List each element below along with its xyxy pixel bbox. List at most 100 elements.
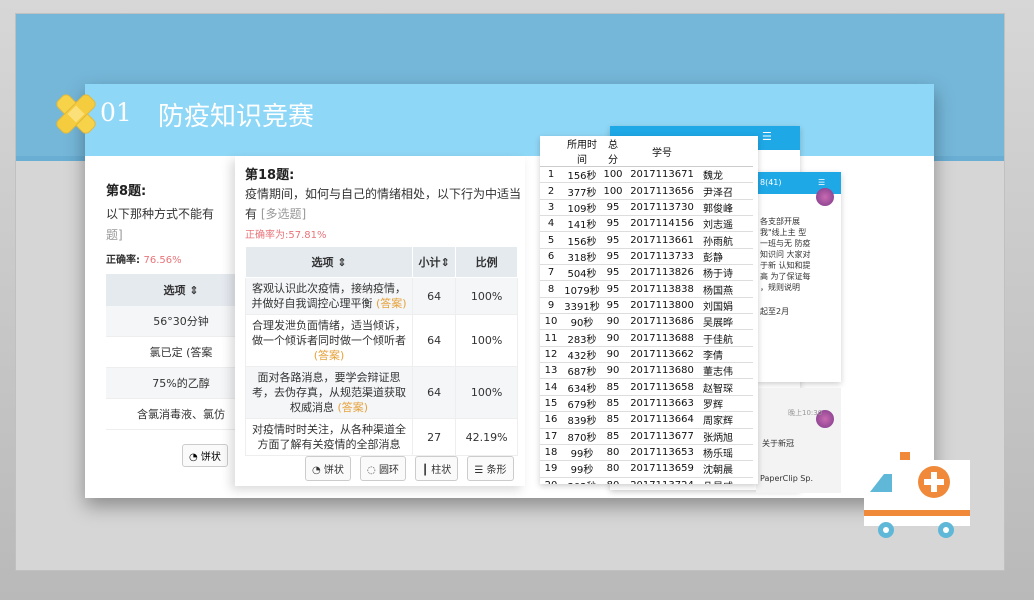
table-cell: 75%的乙醇: [106, 367, 236, 399]
table-cell: 3391秒: [562, 297, 602, 315]
column-header: 所用时间: [562, 136, 602, 167]
table-row: 17 870秒 85 2017113677 张炳旭: [540, 428, 753, 445]
question-title: 第18题:: [245, 168, 295, 183]
count-cell: 27: [411, 418, 457, 456]
horizontal-bar-button[interactable]: ☰ 条形: [467, 456, 514, 481]
table-cell: 5: [540, 231, 562, 249]
table-cell: 432秒: [562, 346, 602, 364]
table-cell: 90: [602, 329, 624, 347]
ratio-cell: 100%: [455, 366, 518, 419]
column-header: 学号: [624, 136, 700, 167]
table-cell: 2017113730: [624, 199, 700, 217]
table-cell: 13: [540, 362, 562, 380]
table-cell: 20: [540, 477, 562, 484]
table-row: 8 1079秒 95 2017113838 杨国燕: [540, 280, 753, 298]
slide-title: 防疫知识竞赛: [158, 102, 315, 132]
table-cell: 870秒: [562, 428, 602, 445]
table-cell: 95: [602, 248, 624, 266]
table-cell: 15: [540, 395, 562, 413]
table-cell: 2017113733: [624, 248, 700, 266]
table-cell: 8: [540, 280, 562, 298]
options-table: 选项 ⇕ 小计⇕ 比例 客观认识此次疫情，接纳疫情，并做好自我调控心理平衡 (答…: [245, 246, 518, 456]
avatar[interactable]: [816, 188, 834, 206]
question-type-tag: [多选题]: [260, 207, 307, 221]
column-header-count[interactable]: 小计⇕: [411, 246, 457, 278]
column-header: 总分: [602, 136, 624, 167]
accuracy: 正确率为:57.81%: [245, 230, 327, 241]
pie-chart-button[interactable]: ◔ 饼状: [305, 456, 351, 481]
table-cell: 141秒: [562, 215, 602, 233]
option-text: 面对各路消息，要学会辩证思考，去伪存真，从规范渠道获取权威消息 (答案): [245, 366, 413, 419]
table-cell: 2017113671: [624, 166, 700, 184]
table-row: 7 504秒 95 2017113826 杨于诗: [540, 264, 753, 282]
table-cell: 3: [540, 199, 562, 217]
chat-message-cont: 起至2月: [760, 307, 790, 316]
accuracy: 正确率: 76.56%: [106, 251, 236, 266]
table-cell: 17: [540, 428, 562, 445]
bar-icon: ┃: [422, 465, 429, 476]
option-text: 客观认识此次疫情，接纳疫情，并做好自我调控心理平衡 (答案): [245, 277, 413, 315]
accuracy-label: 正确率:: [106, 255, 140, 266]
table-cell: 687秒: [562, 362, 602, 380]
table-row: 1 156秒 100 2017113671 魏龙: [540, 166, 753, 184]
table-cell: 2017113800: [624, 297, 700, 315]
table-cell: 2017113686: [624, 313, 700, 331]
table-cell: 634秒: [562, 378, 602, 396]
table-cell: 彭静: [700, 248, 753, 266]
table-cell: 100: [602, 182, 624, 200]
table-cell: 2017113661: [624, 231, 700, 249]
table-cell: 90: [602, 346, 624, 364]
table-row: 6 318秒 95 2017113733 彭静: [540, 248, 753, 266]
table-cell: 156秒: [562, 166, 602, 184]
table-cell: 2017113653: [624, 444, 700, 462]
chat-message: 关于新冠: [762, 439, 794, 448]
donut-chart-button[interactable]: ◌ 圆环: [360, 456, 406, 481]
pie-chart-button[interactable]: ◔ 饼状: [182, 444, 228, 467]
table-row: 14 634秒 85 2017113658 赵智琛: [540, 378, 753, 396]
column-header[interactable]: 选项 ⇕: [106, 274, 236, 306]
table-cell: 11: [540, 329, 562, 347]
table-cell: 95: [602, 264, 624, 282]
table-cell: 56°30分钟: [106, 306, 236, 337]
chat-window-2: 8(41) ☰ 各支部开展 我"线上主 型一班与无 防疫知识问 大家对于新 认知和…: [756, 172, 841, 382]
column-header: [700, 136, 753, 167]
table-cell: 99秒: [562, 460, 602, 478]
table-row: 对疫情时时关注，从各种渠道全方面了解有关疫情的全部消息 27 42.19%: [245, 418, 518, 456]
menu-icon[interactable]: ☰: [762, 130, 772, 143]
table-cell: 沈朝晨: [700, 460, 753, 478]
table-cell: 95: [602, 297, 624, 315]
table-row: 9 3391秒 95 2017113800 刘国娟: [540, 297, 753, 315]
table-cell: 杨于诗: [700, 264, 753, 282]
table-cell: 90: [602, 362, 624, 380]
table-cell: 90: [602, 313, 624, 331]
table-cell: 孙雨航: [700, 231, 753, 249]
table-cell: 魏龙: [700, 166, 753, 184]
table-cell: 罗辉: [700, 395, 753, 413]
table-row: 合理发泄负面情绪，适当倾诉，做一个倾诉者同时做一个倾听者 (答案) 64 100…: [245, 314, 518, 367]
table-row: 13 687秒 90 2017113680 董志伟: [540, 362, 753, 380]
table-cell: 2017113688: [624, 329, 700, 347]
option-text: 合理发泄负面情绪，适当倾诉，做一个倾诉者同时做一个倾听者 (答案): [245, 314, 413, 367]
table-cell: 氯已定 (答案: [106, 336, 236, 368]
ratio-cell: 100%: [455, 314, 518, 367]
table-cell: 6: [540, 248, 562, 266]
table-cell: 刘国娟: [700, 297, 753, 315]
hbar-icon: ☰: [474, 465, 484, 476]
chat-message: PaperClip Sp.: [760, 474, 814, 483]
column-header-option[interactable]: 选项 ⇕: [245, 246, 413, 278]
table-cell: 95: [602, 199, 624, 217]
table-cell: 吴展晔: [700, 313, 753, 331]
accuracy-value: 57.81%: [288, 230, 327, 241]
table-cell: 杨乐瑶: [700, 444, 753, 462]
table-cell: 1: [540, 166, 562, 184]
ratio-cell: 100%: [455, 277, 518, 315]
table-cell: 于佳航: [700, 329, 753, 347]
bar-chart-button[interactable]: ┃ 柱状: [415, 456, 459, 481]
table-cell: 董志伟: [700, 362, 753, 380]
chat-window-3: 晚上10:30 关于新冠 PaperClip Sp.: [756, 388, 841, 493]
table-cell: 张炳旭: [700, 428, 753, 445]
table-row: 11 283秒 90 2017113688 于佳航: [540, 329, 753, 347]
table-row: 15 679秒 85 2017113663 罗辉: [540, 395, 753, 413]
table-row: 客观认识此次疫情，接纳疫情，并做好自我调控心理平衡 (答案) 64 100%: [245, 277, 518, 315]
table-cell: 156秒: [562, 231, 602, 249]
